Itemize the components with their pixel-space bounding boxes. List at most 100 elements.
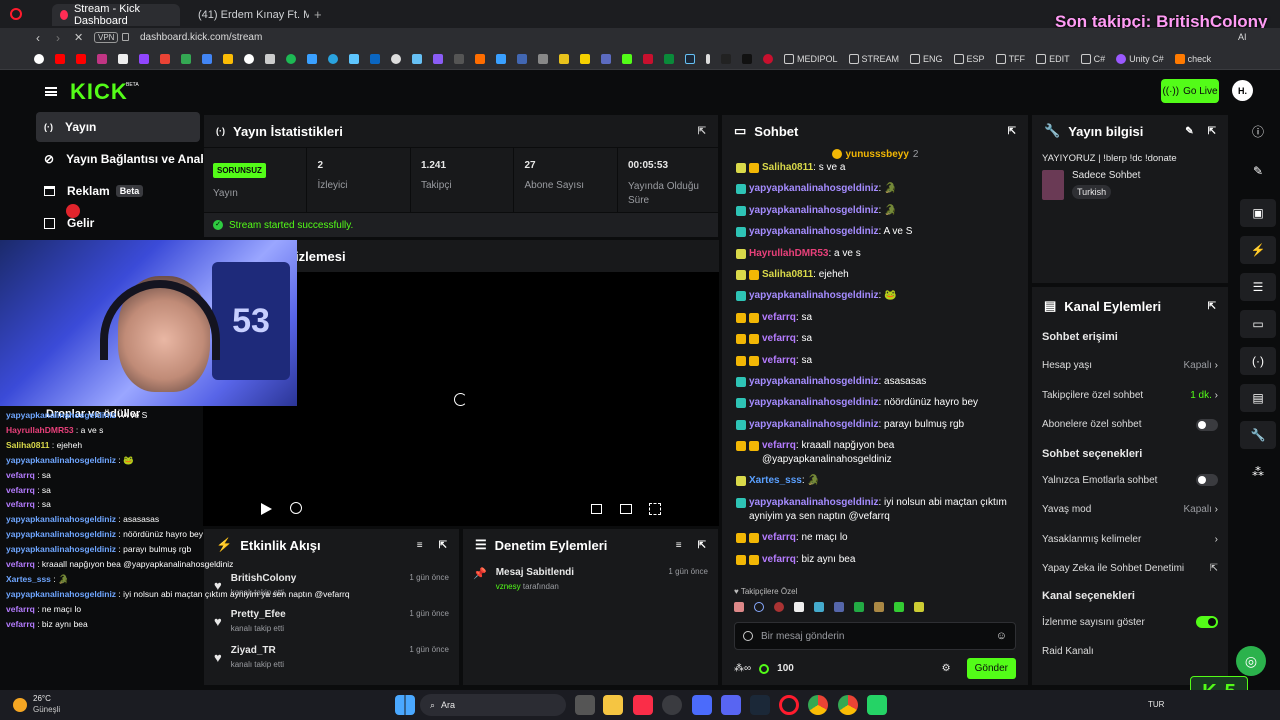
emote-icon[interactable] <box>734 602 744 612</box>
bookmark-app-icon[interactable] <box>742 53 752 64</box>
chat-username[interactable]: vefarrq <box>762 554 796 565</box>
popout-icon[interactable]: ⇱ <box>1008 126 1016 137</box>
emote-icon[interactable] <box>834 602 844 612</box>
wrench-icon[interactable]: 🔧 <box>1240 421 1276 449</box>
raid-channel-row[interactable]: Raid Kanalı <box>1032 637 1228 667</box>
chat-username[interactable]: yapyapkanalinahosgeldiniz <box>749 376 878 387</box>
emote-icon[interactable] <box>914 602 924 612</box>
bookmark-folder-eng[interactable]: ENG <box>910 53 943 64</box>
bookmark-folder-edit[interactable]: EDIT <box>1036 53 1070 64</box>
points-info-icon[interactable]: ⁂∞ <box>734 663 751 674</box>
bookmark-steam-icon[interactable] <box>685 53 695 64</box>
bookmark-app-icon[interactable] <box>601 53 611 64</box>
send-button[interactable]: Gönder <box>966 658 1016 679</box>
bookmark-cloud-icon[interactable] <box>349 53 359 64</box>
bookmark-steam-icon[interactable] <box>412 53 422 64</box>
bookmark-youtube-icon[interactable] <box>55 53 65 64</box>
bookmark-app-icon[interactable] <box>559 53 569 64</box>
back-icon[interactable]: ‹ <box>36 31 40 45</box>
ai-button[interactable]: AI <box>1238 32 1247 42</box>
slow-mode-row[interactable]: Yavaş mod Kapalı › <box>1032 495 1228 525</box>
menu-icon[interactable] <box>45 87 57 96</box>
pip-icon[interactable] <box>591 504 602 514</box>
tab-youtube[interactable]: (41) Erdem Kınay Ft. M... <box>184 4 309 26</box>
list-icon[interactable]: ☰ <box>1240 273 1276 301</box>
emote-icon[interactable] <box>794 602 804 612</box>
support-bubble-icon[interactable]: ◎ <box>1236 646 1266 676</box>
bookmark-instagram-icon[interactable] <box>97 53 107 64</box>
emote-only-toggle[interactable] <box>1196 474 1218 487</box>
bookmark-app-icon[interactable] <box>706 53 710 64</box>
bookmark-twitch-icon[interactable] <box>139 53 149 64</box>
bookmark-app-icon[interactable] <box>643 53 653 64</box>
edit-icon[interactable]: ✎ <box>1240 157 1276 185</box>
bookmark-app-icon[interactable] <box>763 53 773 64</box>
sidebar-item-revenue[interactable]: Gelir <box>36 208 200 238</box>
stats-icon[interactable]: ▣ <box>1240 199 1276 227</box>
bookmark-kick-icon[interactable] <box>622 53 632 64</box>
avatar[interactable]: H. <box>1232 80 1253 101</box>
bookmark-folder-csharp[interactable]: C# <box>1080 53 1105 64</box>
chat-username[interactable]: HayrullahDMR53 <box>749 248 828 259</box>
chat-icon[interactable]: ▭ <box>1240 310 1276 338</box>
kick-logo[interactable]: KICK <box>70 79 128 105</box>
chat-settings-icon[interactable] <box>743 631 753 641</box>
bookmark-folder-medipol[interactable]: MEDIPOL <box>784 53 838 64</box>
edit-icon[interactable]: ✎ <box>1185 126 1193 137</box>
close-load-icon[interactable]: ✕ <box>74 31 83 44</box>
windows-start-icon[interactable] <box>395 695 415 715</box>
emote-icon[interactable] <box>774 602 784 612</box>
popout-icon[interactable]: ⇱ <box>1208 301 1216 312</box>
bookmark-github-icon[interactable] <box>244 53 254 64</box>
bookmark-reddit-icon[interactable] <box>391 53 401 64</box>
taskbar-search[interactable]: ⌕ Ara <box>420 694 566 716</box>
info-icon[interactable]: ⓘ <box>1240 117 1276 145</box>
gear-icon[interactable]: ⚙ <box>942 663 951 674</box>
fullscreen-icon[interactable] <box>649 503 661 515</box>
chrome-icon[interactable] <box>838 695 858 715</box>
bookmark-unity-csharp[interactable]: Unity C# <box>1116 53 1164 64</box>
bookmark-app-icon[interactable] <box>433 53 443 64</box>
bookmark-folder-stream[interactable]: STREAM <box>848 53 899 64</box>
emote-icon[interactable] <box>854 602 864 612</box>
task-view-icon[interactable] <box>575 695 595 715</box>
popout-icon[interactable]: ⇱ <box>1208 126 1216 137</box>
bookmark-gmail-icon[interactable] <box>160 53 170 64</box>
bookmark-app-icon[interactable] <box>454 53 464 64</box>
language-indicator[interactable]: TUR <box>1148 700 1164 709</box>
bookmark-spotify-icon[interactable] <box>286 53 296 64</box>
opera-icon[interactable] <box>779 695 799 715</box>
show-viewers-toggle[interactable] <box>1196 616 1218 629</box>
ai-moderation-row[interactable]: Yapay Zeka ile Sohbet Denetimi ⇱ <box>1032 554 1228 584</box>
theater-icon[interactable] <box>620 504 632 514</box>
lightning-icon[interactable]: ⚡ <box>1240 236 1276 264</box>
steam-icon[interactable] <box>750 695 770 715</box>
bookmark-app-icon[interactable] <box>538 53 548 64</box>
app-icon[interactable] <box>662 695 682 715</box>
bookmark-app-icon[interactable] <box>517 53 527 64</box>
chat-username[interactable]: vefarrq <box>762 440 796 451</box>
chrome-icon[interactable] <box>808 695 828 715</box>
go-live-button[interactable]: ((·)) Go Live <box>1161 79 1219 103</box>
chat-username[interactable]: vefarrq <box>762 333 796 344</box>
chat-username[interactable]: vefarrq <box>762 355 796 366</box>
chat-username[interactable]: Saliha0811 <box>762 162 813 173</box>
sidebar-item-stream[interactable]: (·) Yayın <box>36 112 200 142</box>
url-field[interactable]: dashboard.kick.com/stream <box>140 32 262 43</box>
bookmark-gemini-icon[interactable] <box>202 53 212 64</box>
bookmark-app-icon[interactable] <box>664 53 674 64</box>
broadcast-icon[interactable]: (·) <box>1240 347 1276 375</box>
apple-music-icon[interactable] <box>633 695 653 715</box>
popout-icon[interactable]: ⇱ <box>698 540 706 551</box>
bookmark-folder-tff[interactable]: TFF <box>995 53 1025 64</box>
followers-chat-row[interactable]: Takipçilere özel sohbet 1 dk. › <box>1032 381 1228 411</box>
account-age-row[interactable]: Hesap yaşı Kapalı › <box>1032 351 1228 381</box>
chat-input[interactable]: Bir mesaj gönderin ☺ <box>734 622 1016 650</box>
file-explorer-icon[interactable] <box>603 695 623 715</box>
tab-kick-dashboard[interactable]: Stream - Kick Dashboard <box>52 3 180 27</box>
popout-icon[interactable]: ⇱ <box>698 126 706 137</box>
bookmark-linkedin-icon[interactable] <box>370 53 380 64</box>
chat-username[interactable]: vefarrq <box>762 312 796 323</box>
subs-chat-toggle[interactable] <box>1196 418 1218 431</box>
forward-icon[interactable]: › <box>56 31 60 45</box>
